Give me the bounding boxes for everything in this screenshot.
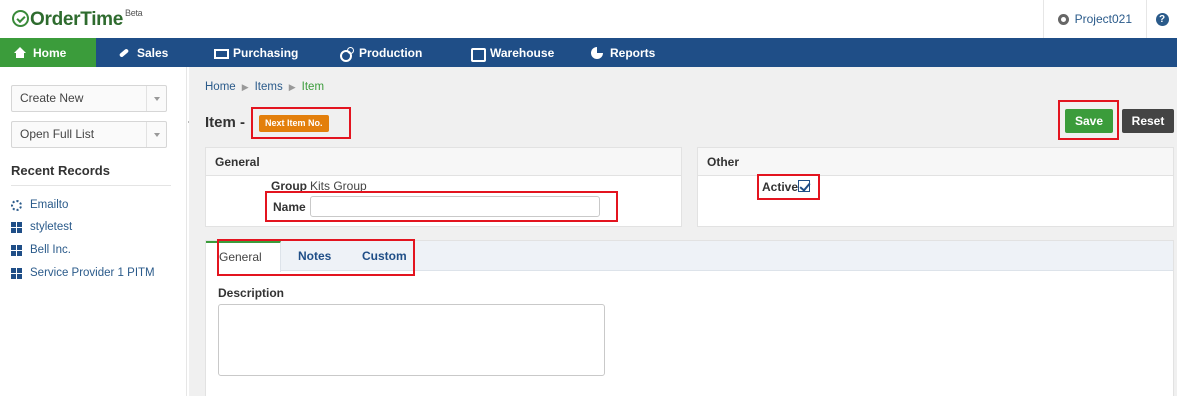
recent-records-title: Recent Records	[11, 163, 110, 178]
nav-purchasing-label: Purchasing	[233, 45, 299, 60]
page-title: Item -	[205, 114, 246, 131]
reset-button[interactable]: Reset	[1122, 109, 1174, 133]
recent-record-label: Emailto	[30, 199, 69, 211]
project-label: Project021	[1074, 12, 1132, 26]
highlight-box	[757, 174, 820, 200]
description-label: Description	[218, 286, 285, 300]
chevron-right-icon: ▶	[241, 81, 249, 92]
divider	[11, 185, 171, 186]
nav-production[interactable]: Production	[318, 38, 449, 67]
create-new-label: Create New	[20, 91, 84, 105]
nav-production-label: Production	[359, 45, 423, 60]
grid-icon	[11, 267, 22, 279]
top-right-menu: Project021 ?	[1042, 0, 1177, 38]
recent-record-link[interactable]: styletest	[11, 219, 72, 235]
nav-warehouse-label: Warehouse	[490, 45, 555, 60]
nav-reports[interactable]: Reports	[569, 38, 679, 67]
pie-chart-icon	[591, 46, 603, 59]
breadcrumb: Home ▶ Items ▶ Item	[205, 81, 324, 93]
recent-record-link[interactable]: Service Provider 1 PITM	[11, 265, 155, 281]
highlight-box	[265, 191, 618, 222]
highlight-box	[251, 107, 351, 139]
nav-sales[interactable]: Sales	[96, 38, 182, 67]
highlight-box	[217, 239, 415, 276]
logo-check-icon	[12, 10, 29, 27]
project-menu[interactable]: Project021	[1042, 0, 1147, 38]
top-bar: OrderTime Beta Project021 ?	[0, 0, 1177, 38]
nav-home-label: Home	[33, 45, 67, 60]
nav-warehouse[interactable]: Warehouse	[449, 38, 569, 67]
breadcrumb-home[interactable]: Home	[205, 81, 236, 93]
sidebar: Create New Open Full List Recent Records…	[0, 67, 187, 396]
open-full-list-label: Open Full List	[20, 127, 95, 141]
cogs-icon	[340, 46, 354, 62]
recent-record-label: Bell Inc.	[30, 244, 71, 256]
help-button[interactable]: ?	[1147, 0, 1177, 38]
grid-icon	[11, 244, 22, 256]
spinner-icon	[11, 199, 22, 211]
main-nav: Home Sales Purchasing Production Warehou…	[0, 38, 1177, 67]
nav-sales-label: Sales	[137, 45, 169, 60]
recent-record-label: Service Provider 1 PITM	[30, 267, 155, 279]
home-icon	[14, 46, 26, 59]
logo-text: OrderTime	[30, 9, 124, 30]
cart-icon	[214, 47, 229, 59]
nav-purchasing[interactable]: Purchasing	[182, 38, 318, 67]
description-textarea[interactable]	[218, 304, 605, 376]
sales-icon	[118, 47, 130, 59]
logo-beta: Beta	[125, 7, 143, 18]
recent-record-label: styletest	[30, 221, 73, 233]
nav-home[interactable]: Home	[0, 38, 96, 67]
general-panel-title: General	[206, 148, 681, 176]
grid-icon	[11, 221, 22, 233]
other-panel-title: Other	[698, 148, 1173, 176]
create-new-select[interactable]: Create New	[11, 85, 167, 112]
highlight-box	[1058, 100, 1119, 140]
box-icon	[471, 47, 486, 62]
chevron-right-icon: ▶	[288, 81, 296, 92]
nav-reports-label: Reports	[610, 45, 656, 60]
chevron-down-icon	[146, 86, 166, 111]
recent-record-link[interactable]: Emailto	[11, 197, 68, 213]
breadcrumb-items[interactable]: Items	[255, 81, 283, 93]
ordertime-logo[interactable]: OrderTime Beta	[12, 7, 143, 31]
breadcrumb-current: Item	[301, 81, 325, 93]
chevron-down-icon	[146, 122, 166, 147]
main-content: Home ▶ Items ▶ Item Item - Next Item No.…	[189, 67, 1177, 396]
open-full-list-select[interactable]: Open Full List	[11, 121, 167, 148]
gear-icon	[1057, 13, 1069, 25]
recent-record-link[interactable]: Bell Inc.	[11, 242, 71, 258]
help-icon: ?	[1155, 12, 1169, 26]
